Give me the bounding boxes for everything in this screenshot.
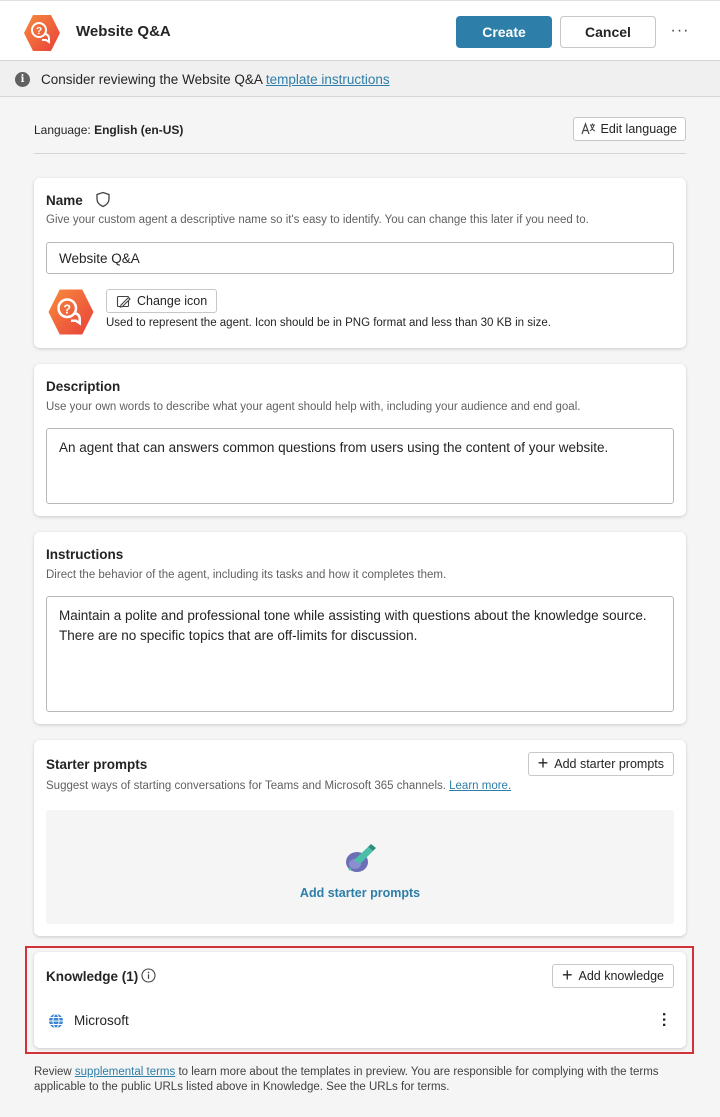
description-textarea[interactable]: An agent that can answers common questio… [46, 428, 674, 504]
page-title: Website Q&A [76, 23, 171, 40]
svg-text:?: ? [36, 26, 42, 37]
name-card: Name Give your custom agent a descriptiv… [34, 178, 686, 348]
language-label-text: Language: [34, 123, 95, 137]
info-icon: i [15, 72, 30, 87]
banner-message: Consider reviewing the Website Q&A templ… [41, 72, 390, 87]
plus-icon: + [537, 753, 549, 773]
icon-hint: Used to represent the agent. Icon should… [106, 317, 551, 329]
agent-logo-icon: ? [24, 15, 60, 51]
name-subtitle: Give your custom agent a descriptive nam… [46, 214, 589, 226]
create-button[interactable]: Create [456, 16, 552, 48]
instructions-title: Instructions [46, 547, 124, 562]
starter-prompts-illustration-icon [346, 844, 376, 872]
change-icon-label: Change icon [137, 294, 208, 308]
add-starter-prompts-label: Add starter prompts [554, 757, 664, 771]
starter-prompts-empty-state: Add starter prompts [46, 810, 674, 924]
add-starter-prompts-link[interactable]: Add starter prompts [46, 886, 674, 900]
shield-icon [96, 191, 110, 208]
instructions-subtitle: Direct the behavior of the agent, includ… [46, 569, 447, 581]
edit-language-label: Edit language [600, 122, 677, 136]
starter-prompts-subtitle-text: Suggest ways of starting conversations f… [46, 780, 450, 792]
starter-prompts-subtitle: Suggest ways of starting conversations f… [46, 780, 511, 792]
banner-text: Consider reviewing the Website Q&A [41, 72, 266, 87]
more-options-icon[interactable]: ··· [668, 19, 692, 43]
translate-icon [580, 122, 595, 135]
name-input[interactable]: Website Q&A [46, 242, 674, 274]
add-starter-prompts-button[interactable]: + Add starter prompts [527, 752, 674, 776]
learn-more-link[interactable]: Learn more. [449, 780, 511, 792]
starter-prompts-card: Starter prompts + Add starter prompts Su… [34, 740, 686, 936]
footer-text-before: Review [34, 1066, 75, 1078]
change-icon-button[interactable]: Change icon [106, 289, 218, 313]
edit-language-button[interactable]: Edit language [572, 117, 686, 141]
instructions-card: Instructions Direct the behavior of the … [34, 532, 686, 724]
language-label: Language: English (en-US) [34, 123, 183, 137]
header-bar: ? Website Q&A Create Cancel ··· [0, 0, 720, 60]
info-banner: i Consider reviewing the Website Q&A tem… [0, 60, 720, 97]
cancel-button[interactable]: Cancel [560, 16, 656, 48]
description-subtitle: Use your own words to describe what your… [46, 401, 581, 413]
instructions-textarea[interactable]: Maintain a polite and professional tone … [46, 596, 674, 712]
name-title: Name [46, 193, 83, 208]
agent-icon-preview: ? [48, 289, 94, 335]
footer-notice: Review supplemental terms to learn more … [34, 1065, 674, 1095]
description-title: Description [46, 379, 121, 394]
language-value: English (en-US) [94, 123, 184, 137]
svg-text:?: ? [63, 302, 71, 316]
supplemental-terms-link[interactable]: supplemental terms [75, 1066, 175, 1078]
knowledge-highlight-frame [25, 946, 694, 1054]
starter-prompts-title: Starter prompts [46, 757, 148, 772]
description-card: Description Use your own words to descri… [34, 364, 686, 516]
edit-image-icon [116, 295, 131, 308]
language-row: Language: English (en-US) Edit language [34, 116, 686, 154]
template-instructions-link[interactable]: template instructions [266, 72, 390, 87]
